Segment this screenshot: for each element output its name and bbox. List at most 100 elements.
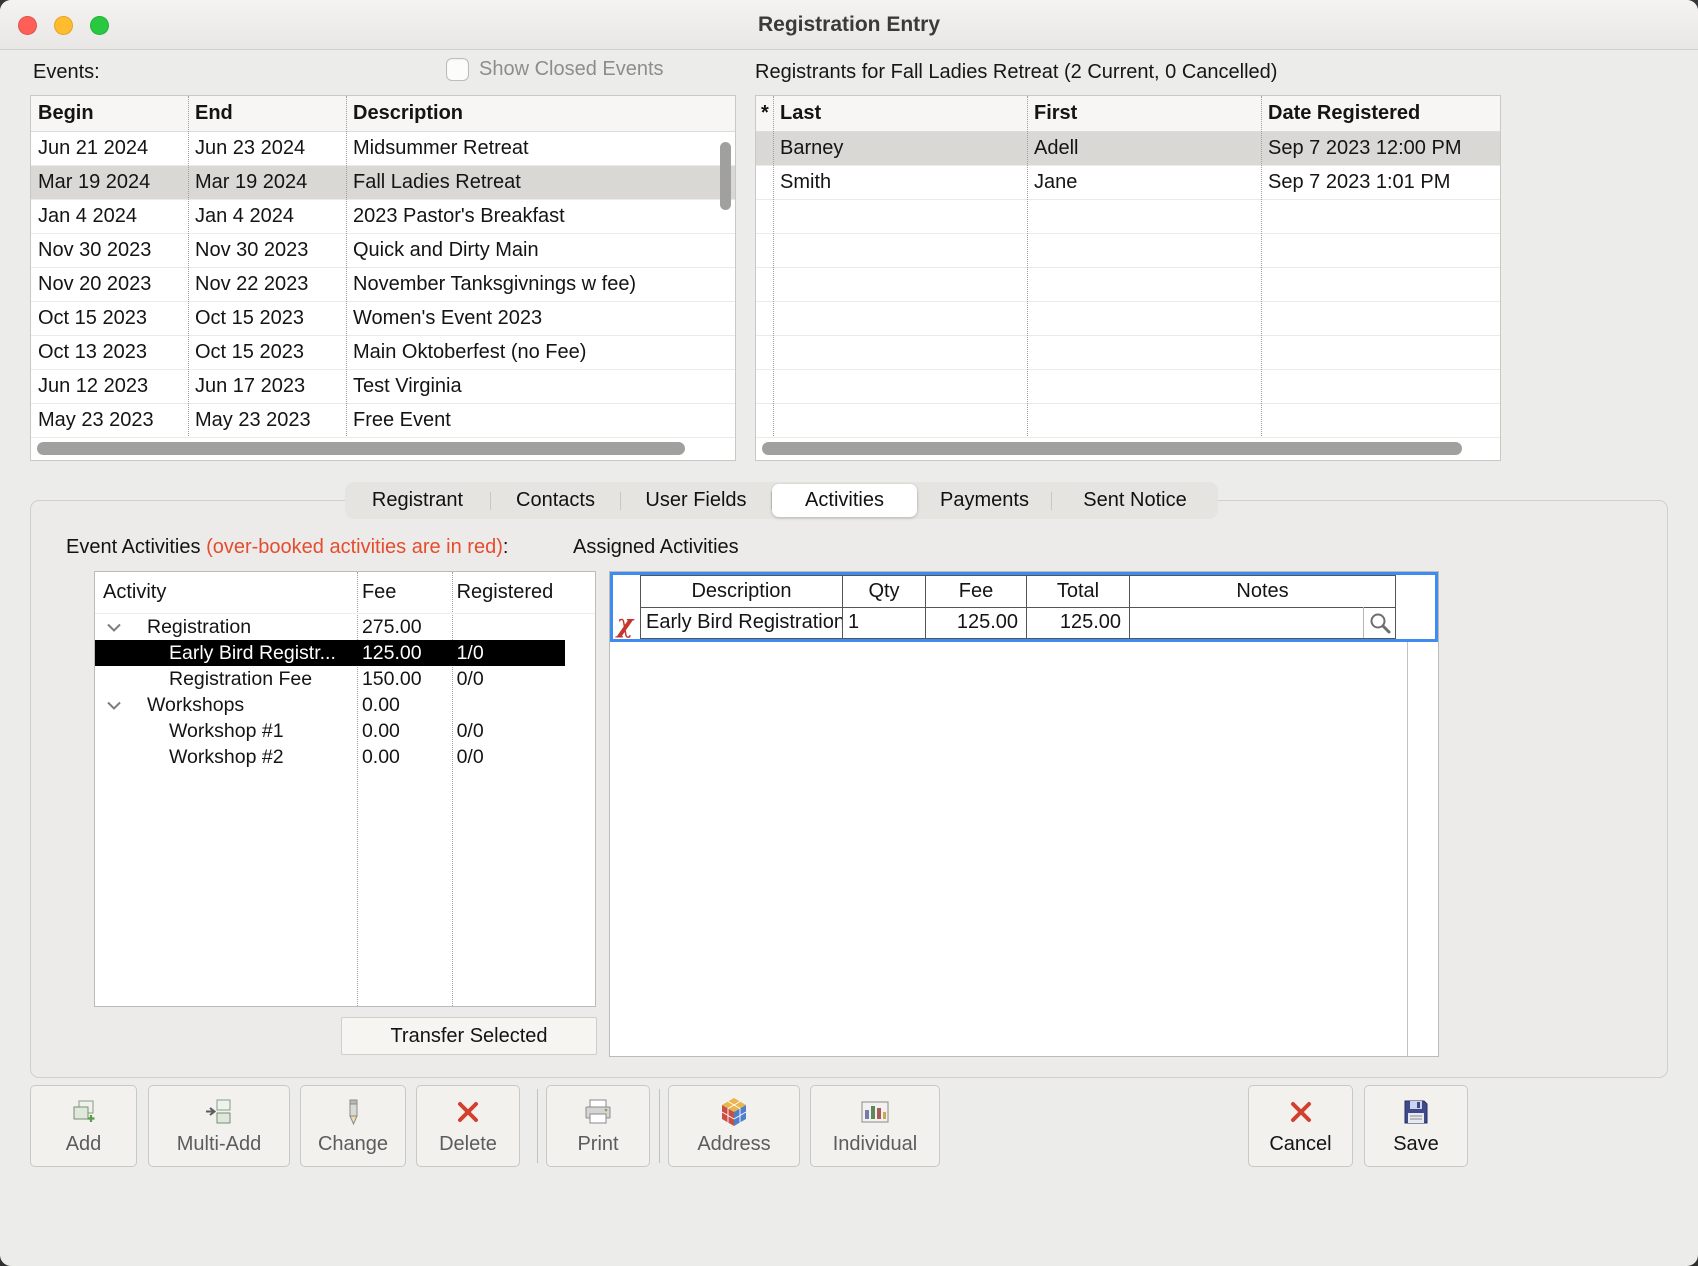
event-begin: Jun 21 2024 [31, 137, 188, 160]
event-end: Jun 23 2024 [188, 137, 346, 160]
toolbar-divider [659, 1089, 660, 1163]
events-horizontal-scrollbar[interactable] [37, 442, 685, 455]
event-description: 2023 Pastor's Breakfast [346, 205, 735, 228]
assigned-activity-row[interactable]: χ Early Bird Registration 1 125.00 125.0… [610, 607, 1396, 639]
event-row[interactable]: Jan 4 2024 Jan 4 2024 2023 Pastor's Brea… [31, 200, 735, 234]
empty-row [756, 404, 1500, 438]
print-button[interactable]: Print [546, 1085, 650, 1167]
individual-button[interactable]: Individual [810, 1085, 940, 1167]
assigned-description[interactable]: Early Bird Registration [640, 607, 843, 639]
change-button[interactable]: Change [300, 1085, 406, 1167]
tab-sent-notice[interactable]: Sent Notice [1052, 482, 1218, 519]
delete-label: Delete [439, 1133, 497, 1156]
assigned-activities-table: Description Qty Fee Total Notes χ Early … [609, 571, 1439, 1057]
activity-row[interactable]: Registration Fee 150.00 0/0 [95, 666, 595, 692]
assigned-col-notes[interactable]: Notes [1129, 575, 1396, 608]
event-row[interactable]: Oct 15 2023 Oct 15 2023 Women's Event 20… [31, 302, 735, 336]
cancel-button[interactable]: Cancel [1248, 1085, 1353, 1167]
event-row[interactable]: Jun 21 2024 Jun 23 2024 Midsummer Retrea… [31, 132, 735, 166]
event-activities-text: Event Activities [66, 536, 201, 558]
address-button[interactable]: Address [668, 1085, 800, 1167]
cancel-x-icon [1288, 1096, 1314, 1128]
registrants-col-last[interactable]: Last [773, 102, 1027, 125]
event-end: Jan 4 2024 [188, 205, 346, 228]
activity-name: Registration Fee [169, 668, 312, 691]
tab-contacts[interactable]: Contacts [491, 482, 620, 519]
event-description: Free Event [346, 409, 735, 432]
assigned-total[interactable]: 125.00 [1026, 607, 1130, 639]
chevron-down-icon[interactable] [107, 701, 121, 710]
tree-col-registered[interactable]: Registered [451, 581, 595, 604]
registrants-col-first[interactable]: First [1027, 102, 1261, 125]
address-cube-icon [718, 1096, 750, 1128]
assigned-notes-cell[interactable] [1129, 607, 1396, 639]
multi-add-button[interactable]: Multi-Add [148, 1085, 290, 1167]
event-row[interactable]: Jun 12 2023 Jun 17 2023 Test Virginia [31, 370, 735, 404]
registrant-row[interactable]: Smith Jane Sep 7 2023 1:01 PM [756, 166, 1500, 200]
checkbox-icon[interactable] [446, 58, 469, 81]
event-begin: Oct 15 2023 [31, 307, 188, 330]
tree-col-fee[interactable]: Fee [356, 581, 451, 604]
tree-col-activity[interactable]: Activity [95, 581, 356, 604]
show-closed-events-checkbox[interactable]: Show Closed Events [446, 58, 664, 81]
activity-fee: 275.00 [356, 616, 451, 639]
assigned-fee[interactable]: 125.00 [925, 607, 1027, 639]
tab-payments[interactable]: Payments [918, 482, 1051, 519]
registrant-row-selected[interactable]: Barney Adell Sep 7 2023 12:00 PM [756, 132, 1500, 166]
label-suffix: : [503, 536, 509, 558]
assigned-col-total[interactable]: Total [1026, 575, 1130, 608]
event-row-selected[interactable]: Mar 19 2024 Mar 19 2024 Fall Ladies Retr… [31, 166, 735, 200]
save-floppy-icon [1401, 1096, 1431, 1128]
registration-entry-window: Registration Entry Events: Show Closed E… [0, 0, 1698, 1266]
transfer-selected-button[interactable]: Transfer Selected [341, 1017, 597, 1055]
event-end: Nov 22 2023 [188, 273, 346, 296]
activity-row[interactable]: Workshop #1 0.00 0/0 [95, 718, 595, 744]
cancel-label: Cancel [1269, 1133, 1331, 1156]
remove-activity-icon[interactable]: χ [617, 611, 633, 636]
empty-row [756, 200, 1500, 234]
chevron-down-icon[interactable] [107, 623, 121, 632]
event-end: May 23 2023 [188, 409, 346, 432]
event-row[interactable]: Nov 20 2023 Nov 22 2023 November Tanksgi… [31, 268, 735, 302]
event-row[interactable]: Oct 13 2023 Oct 15 2023 Main Oktoberfest… [31, 336, 735, 370]
address-label: Address [697, 1133, 770, 1156]
activity-group-row[interactable]: Registration 275.00 [95, 614, 595, 640]
overbooked-note: (over-booked activities are in red) [206, 536, 503, 558]
add-button[interactable]: Add [30, 1085, 137, 1167]
assigned-col-qty[interactable]: Qty [842, 575, 926, 608]
event-activities-table: Activity Fee Registered Registration 275… [94, 571, 596, 1007]
registrants-horizontal-scrollbar[interactable] [762, 442, 1462, 455]
activity-name: Workshop #1 [169, 720, 284, 743]
event-end: Jun 17 2023 [188, 375, 346, 398]
registrant-last: Smith [773, 171, 1027, 194]
search-icon[interactable] [1363, 607, 1392, 638]
tab-registrant[interactable]: Registrant [345, 482, 490, 519]
show-closed-events-label: Show Closed Events [479, 58, 664, 81]
tab-bar: Registrant Contacts User Fields Activiti… [345, 482, 1218, 519]
activity-name: Workshops [147, 694, 244, 717]
events-vertical-scrollbar[interactable] [720, 142, 731, 210]
save-button[interactable]: Save [1364, 1085, 1468, 1167]
tab-activities[interactable]: Activities [772, 484, 917, 517]
assigned-col-description[interactable]: Description [640, 575, 843, 608]
assigned-qty[interactable]: 1 [842, 607, 926, 639]
activity-row[interactable]: Workshop #2 0.00 0/0 [95, 744, 595, 770]
registrants-col-star[interactable]: * [756, 102, 773, 125]
event-begin: Mar 19 2024 [31, 171, 188, 194]
registrant-first: Adell [1027, 137, 1261, 160]
activity-row-selected[interactable]: Early Bird Registr... 125.00 1/0 [95, 640, 595, 666]
print-label: Print [577, 1133, 618, 1156]
events-col-end[interactable]: End [188, 102, 346, 125]
registrants-col-date-registered[interactable]: Date Registered [1261, 102, 1500, 125]
delete-button[interactable]: Delete [416, 1085, 520, 1167]
registrants-title: Registrants for Fall Ladies Retreat (2 C… [755, 61, 1277, 84]
tab-user-fields[interactable]: User Fields [621, 482, 771, 519]
event-row[interactable]: Nov 30 2023 Nov 30 2023 Quick and Dirty … [31, 234, 735, 268]
event-row[interactable]: May 23 2023 May 23 2023 Free Event [31, 404, 735, 438]
event-description: Midsummer Retreat [346, 137, 735, 160]
assigned-col-fee[interactable]: Fee [925, 575, 1027, 608]
activity-group-row[interactable]: Workshops 0.00 [95, 692, 595, 718]
registrant-date: Sep 7 2023 1:01 PM [1261, 171, 1500, 194]
events-col-begin[interactable]: Begin [31, 102, 188, 125]
events-col-description[interactable]: Description [346, 102, 735, 125]
